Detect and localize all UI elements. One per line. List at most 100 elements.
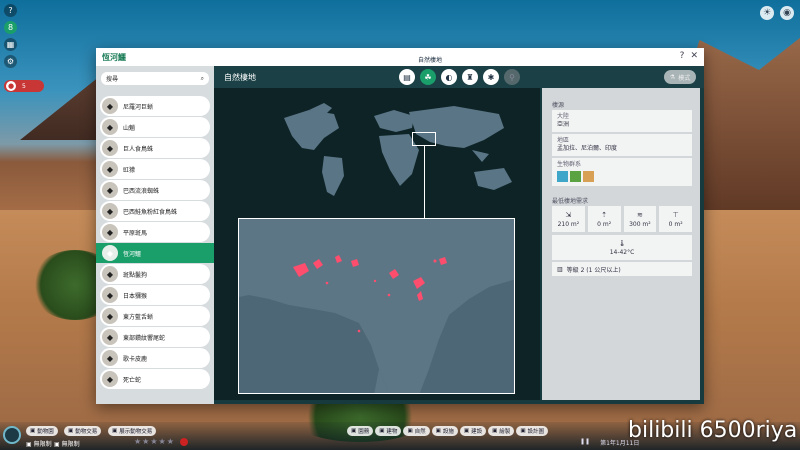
tab-tooltip: 自然棲地: [413, 53, 448, 66]
requirement-header: 最低棲地需求: [552, 198, 589, 205]
alert-icon[interactable]: [180, 438, 188, 446]
biome-swatches: [557, 169, 687, 185]
species-list-item[interactable]: ◆ 日本獼猴: [100, 285, 210, 305]
content-header: 自然棲地 ▤ ☘ ◐ ♜ ✱ ⚲ ⚗ 模式: [214, 66, 704, 88]
build-nav-button[interactable]: ▣ 建設: [459, 426, 487, 436]
species-list-item[interactable]: ◆ 死亡蛇: [100, 369, 210, 389]
nav-icon: ▣: [520, 428, 526, 434]
land-shape: [239, 219, 514, 393]
species-list-item[interactable]: ◆ 巴西流浪蜘蛛: [100, 180, 210, 200]
area-label: 地區: [557, 137, 570, 144]
species-list-item[interactable]: ◆ 恆河鱷: [96, 243, 214, 263]
calendar-icon[interactable]: ▦: [4, 38, 17, 51]
australia-shape: [474, 168, 512, 190]
thermometer-icon: 🌡: [618, 239, 626, 247]
nav-label: 設施: [442, 429, 454, 435]
spider-icon: ◆: [102, 140, 118, 156]
snake-icon: ◆: [102, 329, 118, 345]
minimap-button[interactable]: [3, 426, 21, 444]
search-placeholder: 搜尋: [106, 76, 119, 83]
build-nav-button[interactable]: ▣ 設施: [431, 426, 458, 436]
build-nav-button[interactable]: ▣ 自然: [403, 426, 430, 436]
help-button[interactable]: ?: [680, 51, 685, 61]
nav-label: 建設: [471, 429, 483, 435]
close-button[interactable]: ✕: [690, 51, 698, 61]
species-list-item[interactable]: ◆ 巴西鮭魚粉紅食鳥蛛: [100, 201, 210, 221]
content-title: 自然棲地: [224, 73, 256, 82]
species-list-item[interactable]: ◆ 巨人食鳥蛛: [100, 138, 210, 158]
tab-bar: ▤ ☘ ◐ ♜ ✱ ⚲: [399, 69, 520, 85]
species-name: 東部鑽紋響尾蛇: [123, 334, 166, 342]
nav-label: 自然: [414, 429, 426, 435]
objectives-icon[interactable]: 8: [4, 21, 17, 34]
species-name: 山魈: [123, 124, 136, 132]
fence-icon: ▥: [557, 265, 563, 273]
requirement-box: ≋ 300 m²: [623, 206, 657, 232]
range-mark: [373, 279, 377, 283]
climb-area-icon: ⇡: [601, 210, 608, 219]
species-list-item[interactable]: ◆ 東方藍舌蜥: [100, 306, 210, 326]
flask-icon: ⚗: [669, 73, 676, 81]
tab-habitat[interactable]: ☘: [420, 69, 436, 85]
range-mark: [433, 259, 437, 263]
tab-overview[interactable]: ▤: [399, 69, 415, 85]
requirement-box: ⇲ 210 m²: [552, 206, 585, 232]
nav-icon: ▣: [463, 428, 470, 434]
animal-trade-button[interactable]: ▣ 動物交易: [64, 426, 102, 436]
search-input[interactable]: 搜尋 ⌕: [101, 72, 209, 85]
species-list-item[interactable]: ◆ 歌卡皮鹿: [100, 348, 210, 368]
tab-enrichment[interactable]: ♜: [462, 69, 478, 85]
nav-label: 繪製: [499, 429, 511, 435]
habitat-info-panel: 棲源 大陸 亞洲 地區 孟加拉、尼泊爾、印度 生物群系 最低棲地需求 ⇲ 210 …: [542, 88, 700, 400]
build-nav-button[interactable]: ▣ 繪製: [488, 426, 515, 436]
speed-pause-icon[interactable]: ❚❚: [580, 438, 590, 447]
biome-icon: [570, 171, 581, 183]
map-zoom-detail: [238, 218, 515, 394]
exhibit-trade-button[interactable]: ▣ 展示動物交易: [108, 426, 157, 436]
window-title: 恆河鱷: [102, 53, 126, 62]
nav-icon: ▣: [492, 428, 498, 434]
tab-breeding[interactable]: ⚲: [504, 69, 520, 85]
species-list-item[interactable]: ◆ 東部鑽紋響尾蛇: [100, 327, 210, 347]
species-list-item[interactable]: ◆ 山魈: [100, 117, 210, 137]
zoo-rating-stars: ★★★★★: [134, 437, 175, 446]
lizard-icon: ◆: [102, 98, 118, 114]
macaque-icon: ◆: [102, 287, 118, 303]
area-card: 地區 孟加拉、尼泊爾、印度: [552, 134, 692, 156]
build-nav-button[interactable]: ▣ 設計圖: [516, 426, 549, 436]
zoo-button[interactable]: ▣ 動物園: [26, 426, 58, 436]
camera-icon[interactable]: ◉: [780, 6, 794, 20]
species-list-item[interactable]: ◆ 平原斑馬: [100, 222, 210, 242]
tab-diet[interactable]: ◐: [441, 69, 457, 85]
requirement-value: 0 m²: [597, 220, 612, 228]
mode-button[interactable]: ⚗ 模式: [664, 70, 696, 84]
window-titlebar: 恆河鱷 ? ✕: [96, 48, 704, 66]
requirement-box: ⇡ 0 m²: [587, 206, 621, 232]
nav-icon: ▣: [351, 428, 357, 434]
gharial-icon: ◆: [102, 245, 118, 261]
temperature-value: 14-42°C: [609, 248, 635, 256]
deep-water-icon: ⊤: [672, 210, 679, 219]
species-list-item[interactable]: ◆ 斑點鬣狗: [100, 264, 210, 284]
species-list-item[interactable]: ◆ 豇獴: [100, 159, 210, 179]
species-name: 歌卡皮鹿: [123, 355, 148, 363]
north-america-shape: [284, 110, 339, 150]
species-list-item[interactable]: ◆ 尼羅河巨蜥: [100, 96, 210, 116]
notification-count: 5: [22, 82, 26, 90]
person-icon: ●: [6, 81, 16, 91]
barrier-level-box: ▥ 等級 2 (1 公尺以上): [552, 262, 692, 276]
build-nav-button[interactable]: ▣ 園務: [347, 426, 374, 436]
requirement-box: ⊤ 0 m²: [659, 206, 692, 232]
staff-notification[interactable]: ● 5: [4, 80, 44, 92]
world-map: [284, 103, 512, 196]
weather-icon[interactable]: ☀: [760, 6, 774, 20]
help-icon[interactable]: ?: [4, 4, 17, 17]
species-name: 東方藍舌蜥: [123, 313, 154, 321]
settings-icon[interactable]: ⚙: [4, 55, 17, 68]
map-zoom-box: [412, 132, 436, 146]
build-nav-button[interactable]: ▣ 建物: [375, 426, 402, 436]
tab-social[interactable]: ✱: [483, 69, 499, 85]
mode-label: 模式: [678, 74, 691, 82]
zebra-icon: ◆: [102, 224, 118, 240]
species-name: 死亡蛇: [123, 376, 142, 384]
